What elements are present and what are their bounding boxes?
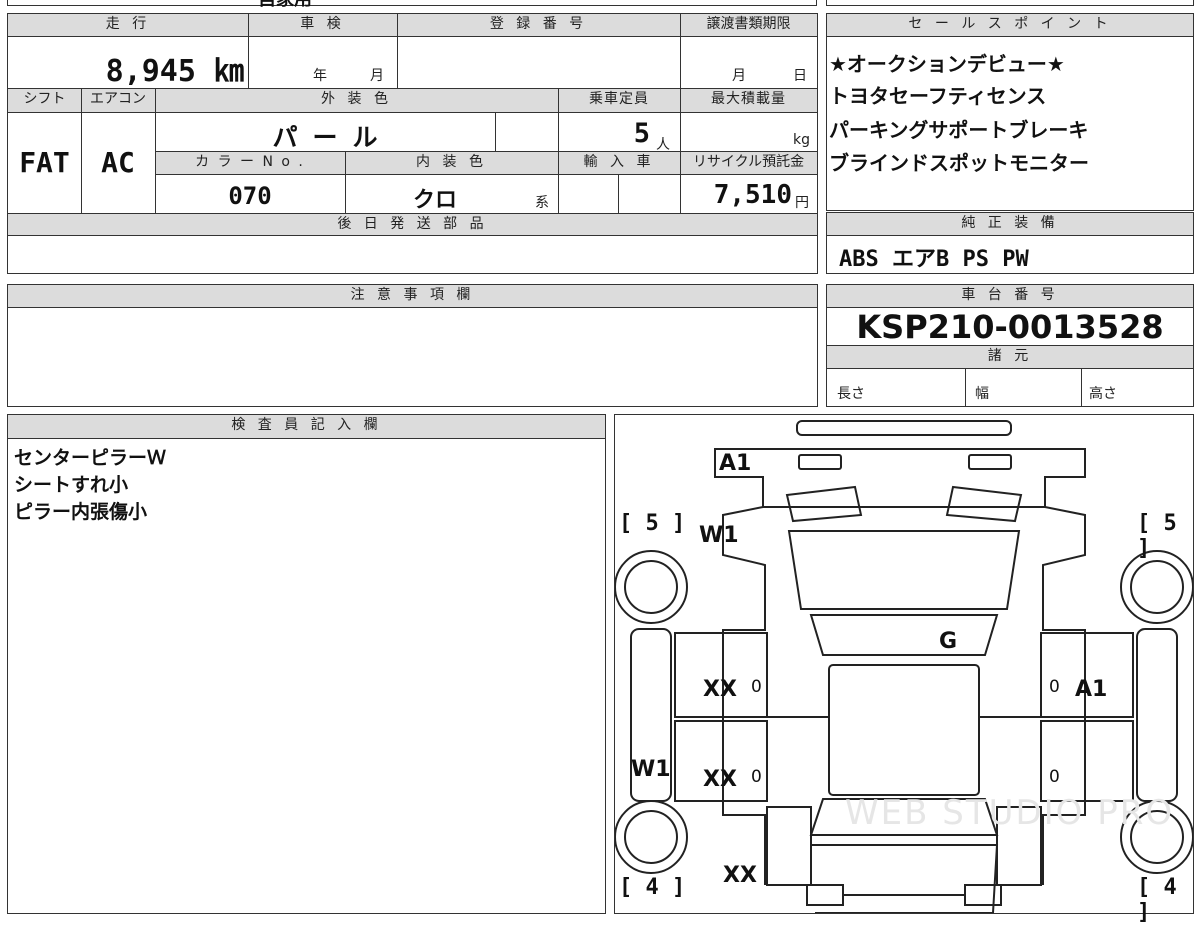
recycle-unit: 円 bbox=[795, 195, 809, 211]
mark-left-rear-door-zero: 0 bbox=[751, 767, 762, 787]
grid-line bbox=[680, 14, 681, 213]
grid-line bbox=[345, 151, 346, 213]
interior-value: クロ bbox=[412, 188, 457, 213]
grid-line bbox=[155, 88, 156, 213]
inspector-note: センターピラーＷ bbox=[14, 447, 167, 469]
shift-header: シフト bbox=[8, 88, 81, 113]
sales-points-header: セ ー ル ス ポ イ ン ト bbox=[827, 14, 1193, 37]
height-label: 高さ bbox=[1089, 386, 1117, 402]
inspection-month: 月 bbox=[370, 68, 384, 84]
grid-line bbox=[618, 175, 619, 213]
sales-point-item: ★オークションデビュー★ bbox=[829, 52, 1065, 76]
notes-block: 注 意 事 項 欄 bbox=[7, 284, 818, 407]
ac-header: エアコン bbox=[81, 88, 155, 113]
import-header: 輸 入 車 bbox=[558, 151, 680, 175]
tire-front-right-value: 5 bbox=[1163, 511, 1177, 536]
later-parts-header: 後 日 発 送 部 品 bbox=[8, 213, 817, 236]
tire-rear-left: [ 4 ] bbox=[619, 875, 686, 900]
inspector-block: 検 査 員 記 入 欄 センターピラーＷ シートすれ小 ピラー内張傷小 bbox=[7, 414, 606, 914]
equipment-header: 純 正 装 備 bbox=[827, 213, 1193, 236]
transfer-header: 譲渡書類期限 bbox=[680, 14, 817, 37]
recycle-header: リサイクル預託金 bbox=[680, 151, 817, 175]
width-label: 幅 bbox=[975, 386, 989, 402]
color-no-header: カ ラ ー N o . bbox=[155, 151, 345, 175]
inspector-note: ピラー内張傷小 bbox=[14, 501, 148, 523]
vehicle-info-block: 走 行 車 検 登 録 番 号 譲渡書類期限 8,945 ㎞ 年 月 月 日 シ… bbox=[7, 13, 818, 274]
sales-point-item: トヨタセーフティセンス bbox=[829, 84, 1047, 108]
mileage-header: 走 行 bbox=[8, 14, 248, 37]
max-load-unit: kg bbox=[793, 132, 810, 148]
mark-left-front-fender: W1 bbox=[699, 523, 739, 548]
mark-right-front-door: A1 bbox=[1075, 677, 1108, 702]
length-label: 長さ bbox=[837, 386, 865, 402]
top-stub-text: 自家用 bbox=[258, 0, 312, 11]
transfer-day: 日 bbox=[793, 68, 807, 84]
chassis-number: KSP210-0013528 bbox=[856, 308, 1164, 346]
tire-rear-left-value: 4 bbox=[645, 875, 659, 900]
grid-line bbox=[397, 14, 398, 88]
interior-header: 内 装 色 bbox=[345, 151, 558, 175]
tire-rear-right-value: 4 bbox=[1163, 875, 1177, 900]
exterior-header: 外 装 色 bbox=[155, 88, 558, 113]
capacity-value: 5 bbox=[633, 118, 650, 149]
sales-point-item: パーキングサポートブレーキ bbox=[829, 118, 1089, 142]
tire-rear-right: [ 4 ] bbox=[1137, 875, 1177, 925]
mileage-value: 8,945 ㎞ bbox=[105, 54, 244, 89]
tire-front-left-value: 5 bbox=[645, 511, 659, 536]
color-no-value: 070 bbox=[228, 182, 272, 210]
inspector-header: 検 査 員 記 入 欄 bbox=[8, 415, 605, 439]
equipment-block: 純 正 装 備 ABS エアB PS PW bbox=[826, 212, 1194, 274]
grid-line bbox=[965, 369, 966, 406]
mark-windshield: G bbox=[939, 629, 958, 654]
top-strip-right bbox=[826, 0, 1194, 6]
sales-point-item: ブラインドスポットモニター bbox=[829, 151, 1089, 175]
car-diagram bbox=[615, 420, 1193, 913]
mark-right-front-door-zero: 0 bbox=[1049, 677, 1060, 697]
tire-front-left: [ 5 ] bbox=[619, 511, 686, 536]
mark-right-rear-door-zero: 0 bbox=[1049, 767, 1060, 787]
inspection-year: 年 bbox=[313, 68, 327, 84]
top-strip: 自家用 bbox=[7, 0, 817, 10]
recycle-value: 7,510 bbox=[713, 180, 792, 210]
grid-line bbox=[81, 88, 82, 213]
mark-left-quarter: XX bbox=[723, 863, 757, 888]
transfer-month: 月 bbox=[732, 68, 746, 84]
registration-header: 登 録 番 号 bbox=[397, 14, 680, 37]
sales-points-block: セ ー ル ス ポ イ ン ト ★オークションデビュー★ トヨタセーフティセンス… bbox=[826, 13, 1194, 211]
car-diagram-block: WEB STUDIO PRO [ 5 ] [ 5 ] [ 4 ] [ 4 ] A… bbox=[614, 414, 1194, 925]
inspector-note: シートすれ小 bbox=[14, 474, 129, 496]
capacity-header: 乗車定員 bbox=[558, 88, 680, 113]
mark-left-front-door-zero: 0 bbox=[751, 677, 762, 697]
shift-value: FAT bbox=[19, 146, 70, 179]
equipment-value: ABS エアB PS PW bbox=[839, 247, 1029, 272]
chassis-header: 車 台 番 号 bbox=[827, 285, 1193, 308]
spec-header: 諸 元 bbox=[827, 345, 1193, 369]
max-load-header: 最大積載量 bbox=[680, 88, 817, 113]
interior-unit: 系 bbox=[535, 195, 549, 211]
grid-line bbox=[495, 113, 496, 151]
notes-header: 注 意 事 項 欄 bbox=[8, 285, 817, 308]
ac-value: AC bbox=[101, 146, 135, 179]
mark-left-rocker: W1 bbox=[631, 757, 671, 782]
inspection-header: 車 検 bbox=[248, 14, 397, 37]
exterior-value: パ ー ル bbox=[272, 123, 378, 152]
tire-front-right: [ 5 ] bbox=[1137, 511, 1177, 561]
mark-front-bumper: A1 bbox=[719, 451, 752, 476]
chassis-block: 車 台 番 号 KSP210-0013528 諸 元 長さ 幅 高さ bbox=[826, 284, 1194, 407]
watermark: WEB STUDIO PRO bbox=[845, 793, 1175, 833]
mark-left-rear-door: XX bbox=[703, 767, 737, 792]
mark-left-front-door: XX bbox=[703, 677, 737, 702]
grid-line bbox=[558, 88, 559, 213]
grid-line bbox=[248, 14, 249, 88]
grid-line bbox=[1081, 369, 1082, 406]
